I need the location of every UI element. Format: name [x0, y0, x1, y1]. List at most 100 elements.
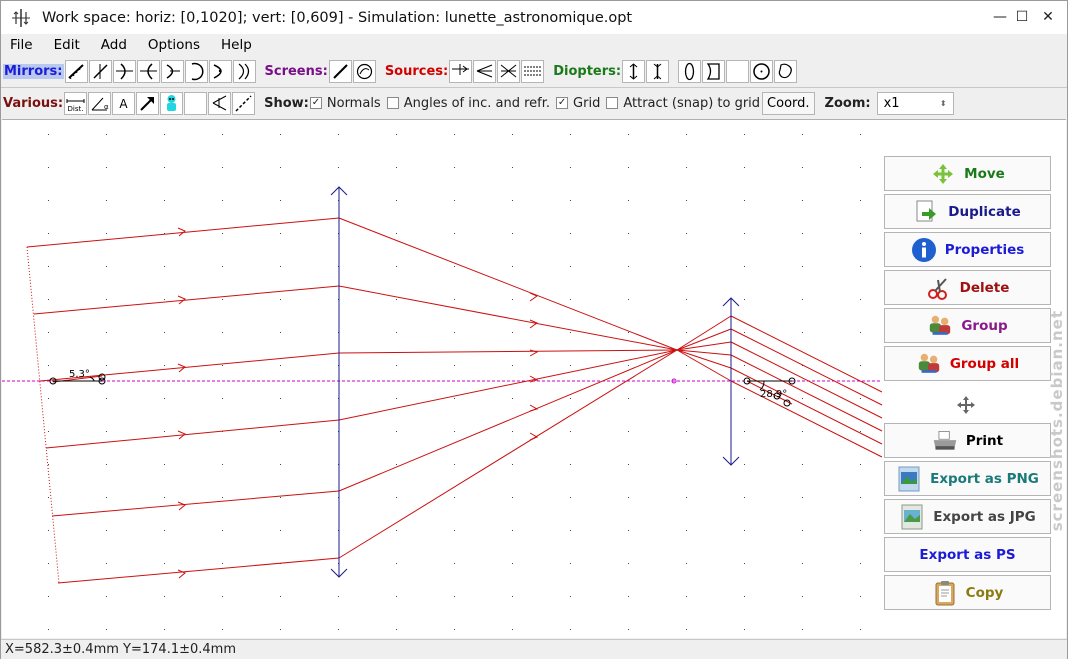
divergent-source-button[interactable] — [497, 60, 521, 83]
grid-dot — [396, 596, 397, 597]
ray-source-icon — [452, 64, 470, 75]
thick-lens-button[interactable] — [678, 60, 702, 83]
grid-dot — [802, 299, 803, 300]
thin-lens-button[interactable] — [622, 60, 646, 83]
segment-mirror-button[interactable] — [88, 60, 112, 83]
copy-button[interactable]: Copy — [884, 575, 1051, 610]
arrow-icon — [140, 96, 155, 111]
menu-file[interactable]: File — [10, 37, 33, 53]
spinner-icon: ⬍ — [939, 98, 947, 108]
grid-dot — [454, 299, 455, 300]
grid-dot — [570, 629, 571, 630]
angle-label-right: 28.9° — [760, 389, 787, 400]
snap-label: Attract (snap) to grid — [623, 95, 761, 111]
coord-button[interactable]: Coord. — [762, 91, 815, 115]
menu-edit[interactable]: Edit — [54, 37, 80, 53]
export-ps-button[interactable]: Export as PS — [884, 537, 1051, 572]
parallel-source-icon — [524, 66, 542, 76]
hyperbolic-mirror-button[interactable] — [232, 60, 256, 83]
objective-lens[interactable] — [330, 186, 348, 578]
eyepiece-lens[interactable] — [722, 297, 740, 466]
menu-options[interactable]: Options — [148, 37, 200, 53]
grid-dot — [454, 464, 455, 465]
grid-dot — [164, 596, 165, 597]
properties-label: Properties — [944, 241, 1025, 258]
zoom-select[interactable]: x1 ⬍ — [876, 91, 954, 115]
diverging-lens-button[interactable] — [646, 60, 670, 83]
grid-dot — [454, 134, 455, 135]
angles-checkbox[interactable]: Angles of inc. and refr. — [386, 96, 550, 111]
sphere-button[interactable] — [750, 60, 774, 83]
grid-dot — [396, 134, 397, 135]
element-toolbar: Mirrors: Screens: Sources: Diopters: — [1, 56, 1067, 87]
diopters-label: Diopters: — [553, 64, 622, 79]
svg-text:α: α — [104, 103, 109, 111]
move-button[interactable]: Move — [884, 156, 1051, 191]
grid-dot — [628, 200, 629, 201]
spherical-mirror-button[interactable] — [160, 60, 184, 83]
grid-dot — [570, 431, 571, 432]
arrow-button[interactable] — [136, 91, 160, 115]
grid-dot — [686, 497, 687, 498]
blank-tool-button[interactable] — [184, 91, 208, 115]
minimize-button[interactable]: — — [989, 7, 1011, 27]
grid-dot — [106, 332, 107, 333]
emergent-rays — [730, 315, 883, 458]
grid-dot — [280, 266, 281, 267]
eye-screen-button[interactable] — [352, 60, 376, 83]
grid-dot — [860, 233, 861, 234]
grid-dot — [686, 233, 687, 234]
prism-button[interactable] — [208, 91, 232, 115]
grid-dot — [512, 134, 513, 135]
elliptic-mirror-button[interactable] — [208, 60, 232, 83]
work-canvas[interactable]: 5.3° 28.9° Move Duplicate Properties Del… — [2, 119, 1066, 638]
duplicate-button[interactable]: Duplicate — [884, 194, 1051, 229]
plane-mirror-button[interactable] — [64, 60, 88, 83]
blank-diopter-button[interactable] — [726, 60, 750, 83]
polygon-button[interactable] — [774, 60, 798, 83]
grid-dot — [106, 200, 107, 201]
distance-button[interactable]: Dist. — [64, 91, 88, 115]
grid-checkbox[interactable]: ✓ Grid — [556, 96, 600, 111]
grid-dot — [628, 134, 629, 135]
convex-mirror-button[interactable] — [136, 60, 160, 83]
export-png-button[interactable]: Export as PNG — [884, 461, 1051, 496]
print-button[interactable]: Print — [884, 423, 1051, 458]
eye-button[interactable] — [160, 91, 184, 115]
grid-dot — [744, 200, 745, 201]
group-button[interactable]: Group — [884, 308, 1051, 343]
gradient-button[interactable] — [232, 91, 256, 115]
grid-dot — [396, 200, 397, 201]
prism-icon — [212, 95, 227, 110]
grid-dot — [164, 266, 165, 267]
normals-checkbox[interactable]: ✓ Normals — [309, 96, 381, 111]
delete-button[interactable]: Delete — [884, 270, 1051, 305]
grid-dot — [48, 596, 49, 597]
grid-dot — [280, 431, 281, 432]
group-all-button[interactable]: Group all — [884, 346, 1051, 381]
menu-add[interactable]: Add — [101, 37, 127, 53]
point-source-button[interactable] — [473, 60, 497, 83]
snap-checkbox[interactable]: Attract (snap) to grid — [606, 96, 760, 111]
screen-button[interactable] — [328, 60, 352, 83]
text-button[interactable]: A — [112, 91, 136, 115]
grid-dot — [396, 629, 397, 630]
menu-help[interactable]: Help — [221, 37, 252, 53]
angle-button[interactable]: α — [88, 91, 112, 115]
close-button[interactable]: ✕ — [1037, 7, 1059, 27]
move-handle-icon[interactable] — [956, 395, 976, 415]
properties-button[interactable]: Properties — [884, 232, 1051, 267]
maximize-button[interactable]: ☐ — [1011, 7, 1033, 27]
grid-dot — [802, 266, 803, 267]
svg-text:Dist.: Dist. — [68, 105, 84, 113]
meniscus-button[interactable] — [702, 60, 726, 83]
parabolic-mirror-button[interactable] — [184, 60, 208, 83]
export-jpg-button[interactable]: Export as JPG — [884, 499, 1051, 534]
grid-dot — [860, 431, 861, 432]
ray-source-button[interactable] — [449, 60, 473, 83]
concave-mirror-button[interactable] — [112, 60, 136, 83]
zoom-value: x1 — [883, 95, 900, 111]
cursor-coordinates: X=582.3±0.4mm Y=174.1±0.4mm — [5, 642, 236, 657]
grid-dot — [802, 596, 803, 597]
parallel-source-button[interactable] — [521, 60, 545, 83]
